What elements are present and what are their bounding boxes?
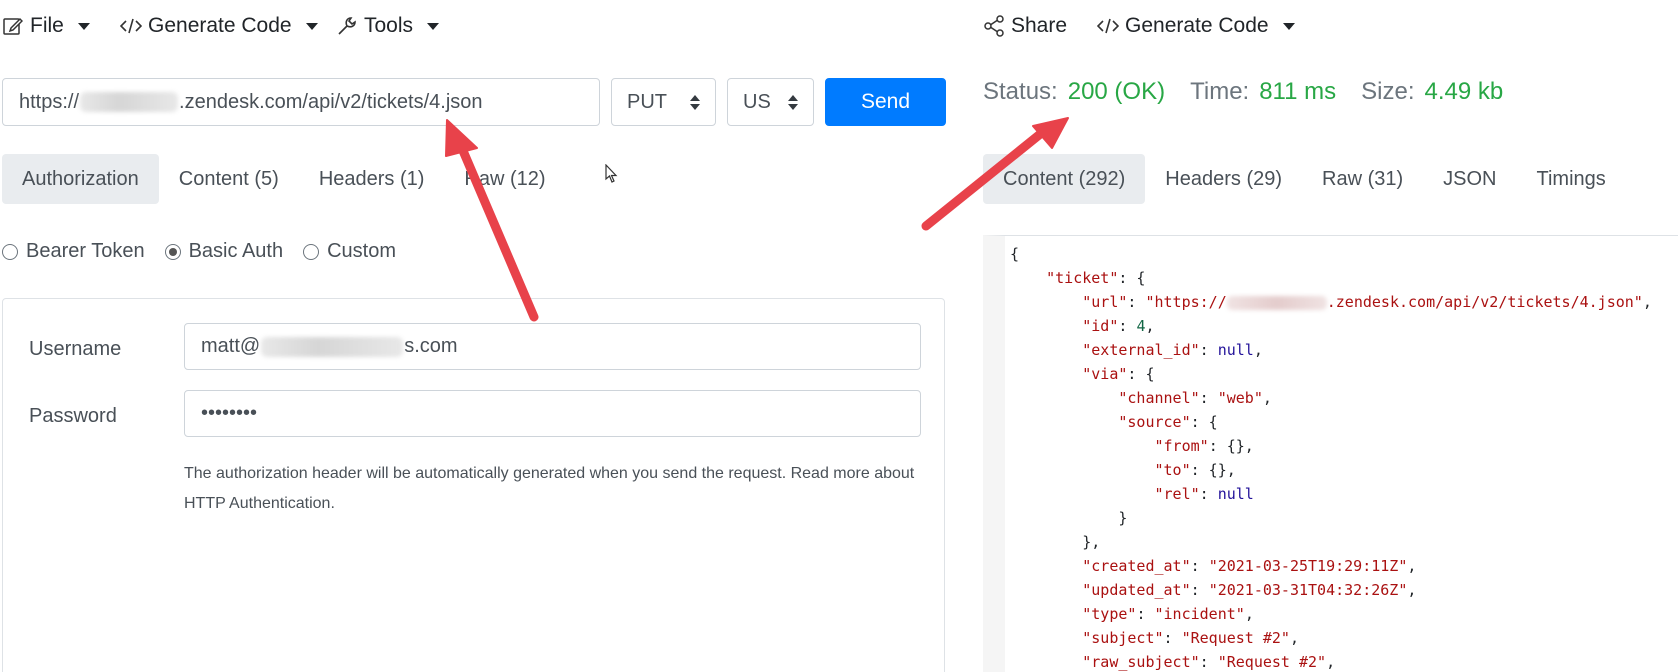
generate-code-label: Generate Code bbox=[1125, 14, 1269, 37]
chevron-down-icon bbox=[427, 22, 440, 30]
method-select[interactable]: PUT bbox=[611, 78, 716, 126]
tab-response-json[interactable]: JSON bbox=[1423, 154, 1516, 204]
tab-response-timings[interactable]: Timings bbox=[1517, 154, 1626, 204]
region-select[interactable]: US bbox=[727, 78, 814, 126]
code-icon bbox=[120, 15, 142, 37]
username-label: Username bbox=[29, 338, 122, 360]
radio-circle-selected bbox=[164, 243, 181, 260]
json-line: "via": { bbox=[1082, 365, 1155, 383]
json-line: "subject": "Request #2", bbox=[1082, 629, 1299, 647]
file-menu-label: File bbox=[30, 14, 64, 37]
radio-label: Bearer Token bbox=[26, 240, 145, 262]
url-suffix: .zendesk.com/api/v2/tickets/4.json bbox=[179, 90, 483, 113]
mouse-cursor-icon bbox=[605, 164, 618, 183]
response-tabs: Content (292) Headers (29) Raw (31) JSON… bbox=[983, 154, 1626, 204]
url-input[interactable]: https:// .zendesk.com/api/v2/tickets/4.j… bbox=[2, 78, 600, 126]
radio-custom[interactable]: Custom bbox=[303, 240, 396, 263]
json-line: "from": {}, bbox=[1154, 437, 1254, 455]
tab-headers[interactable]: Headers (1) bbox=[299, 154, 445, 204]
tab-content[interactable]: Content (5) bbox=[159, 154, 299, 204]
tab-response-headers[interactable]: Headers (29) bbox=[1145, 154, 1302, 204]
generate-code-menu[interactable]: Generate Code bbox=[120, 14, 318, 38]
json-line: "rel": null bbox=[1154, 485, 1254, 503]
share-label: Share bbox=[1011, 14, 1068, 37]
code-icon bbox=[1097, 15, 1119, 37]
generate-code-label: Generate Code bbox=[148, 14, 292, 37]
send-button[interactable]: Send bbox=[825, 78, 946, 126]
json-line: { bbox=[1010, 245, 1020, 263]
chevron-down-icon bbox=[77, 22, 90, 30]
chevron-down-icon bbox=[1282, 22, 1295, 30]
json-line: "type": "incident", bbox=[1082, 605, 1254, 623]
wrench-icon bbox=[336, 15, 358, 37]
radio-basic-auth[interactable]: Basic Auth bbox=[164, 240, 284, 263]
tab-authorization[interactable]: Authorization bbox=[2, 154, 159, 204]
json-line: "url": "https://.zendesk.com/api/v2/tick… bbox=[1082, 293, 1652, 311]
radio-circle bbox=[303, 243, 320, 260]
redacted-subdomain bbox=[1226, 295, 1327, 310]
select-arrows-icon bbox=[690, 94, 700, 110]
auth-card: Username matt@ s.com Password •••••••• T… bbox=[2, 298, 945, 672]
generate-code-menu-right[interactable]: Generate Code bbox=[1097, 14, 1295, 38]
size-label: Size: bbox=[1361, 78, 1415, 105]
radio-bearer-token[interactable]: Bearer Token bbox=[2, 240, 145, 263]
json-line: }, bbox=[1010, 533, 1101, 551]
json-line: "source": { bbox=[1118, 413, 1218, 431]
password-label: Password bbox=[29, 405, 117, 427]
edit-icon bbox=[2, 15, 24, 37]
json-line: "ticket": { bbox=[1046, 269, 1146, 287]
json-viewer[interactable]: { "ticket": { "url": "https://.zendesk.c… bbox=[983, 235, 1678, 672]
radio-circle bbox=[2, 243, 18, 260]
auth-help-text: The authorization header will be automat… bbox=[184, 465, 915, 512]
username-field[interactable]: matt@ s.com bbox=[184, 323, 921, 370]
status-value: 200 (OK) bbox=[1067, 78, 1166, 105]
redacted-subdomain bbox=[80, 92, 179, 112]
status-label: Status: bbox=[983, 78, 1058, 105]
username-suffix: s.com bbox=[404, 335, 458, 357]
method-value: PUT bbox=[627, 90, 667, 113]
tab-raw[interactable]: Raw (12) bbox=[444, 154, 565, 204]
json-line: "updated_at": "2021-03-31T04:32:26Z", bbox=[1082, 581, 1417, 599]
tab-response-raw[interactable]: Raw (31) bbox=[1302, 154, 1423, 204]
share-button[interactable]: Share bbox=[983, 14, 1067, 38]
select-arrows-icon bbox=[788, 94, 798, 110]
json-line: "raw_subject": "Request #2", bbox=[1082, 653, 1336, 671]
size-value: 4.49 kb bbox=[1424, 78, 1504, 105]
url-prefix: https:// bbox=[19, 90, 80, 113]
auth-type-radios: Bearer Token Basic Auth Custom bbox=[2, 240, 416, 263]
json-line: } bbox=[1010, 509, 1128, 527]
file-menu[interactable]: File bbox=[2, 14, 90, 38]
password-field[interactable]: •••••••• bbox=[184, 390, 921, 437]
arrow-to-url-icon bbox=[445, 119, 539, 322]
json-line: "channel": "web", bbox=[1118, 389, 1272, 407]
time-value: 811 ms bbox=[1259, 78, 1337, 105]
json-line: "external_id": null, bbox=[1082, 341, 1263, 359]
redacted-email bbox=[261, 336, 404, 357]
tools-menu-label: Tools bbox=[364, 14, 414, 37]
radio-label: Basic Auth bbox=[188, 240, 284, 262]
radio-label: Custom bbox=[327, 240, 397, 262]
chevron-down-icon bbox=[305, 22, 318, 30]
region-value: US bbox=[743, 90, 771, 113]
time-label: Time: bbox=[1190, 78, 1250, 105]
json-line: "to": {}, bbox=[1154, 461, 1236, 479]
tools-menu[interactable]: Tools bbox=[336, 14, 440, 38]
json-line: "id": 4, bbox=[1082, 317, 1155, 335]
password-value: •••••••• bbox=[201, 402, 258, 424]
json-line: "created_at": "2021-03-25T19:29:11Z", bbox=[1082, 557, 1417, 575]
share-icon bbox=[983, 15, 1005, 37]
response-status-row: Status: 200 (OK) Time: 811 ms Size: 4.49… bbox=[983, 78, 1528, 106]
username-prefix: matt@ bbox=[201, 335, 261, 357]
tab-response-content[interactable]: Content (292) bbox=[983, 154, 1146, 204]
request-tabs: Authorization Content (5) Headers (1) Ra… bbox=[2, 154, 566, 204]
